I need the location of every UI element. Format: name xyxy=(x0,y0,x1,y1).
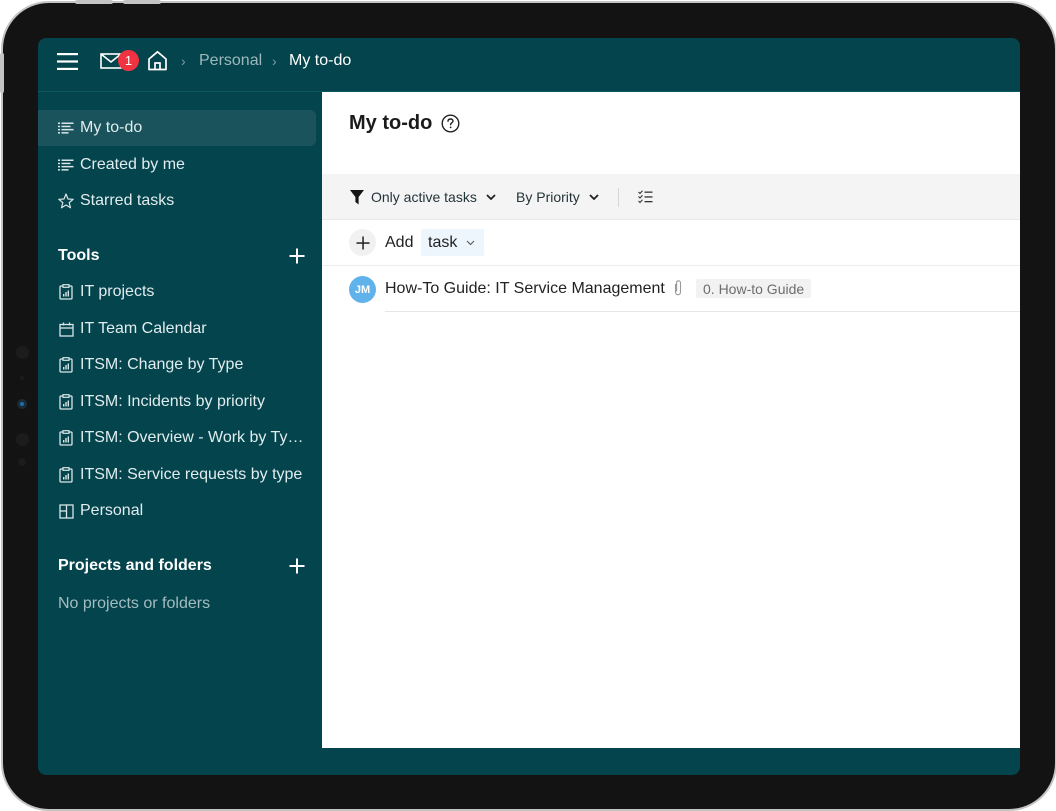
breadcrumb-current: My to-do xyxy=(289,51,352,69)
add-tool-button[interactable] xyxy=(288,247,308,267)
page-title-text: My to-do xyxy=(349,112,433,134)
task-tag[interactable]: 0. How-to Guide xyxy=(696,279,812,298)
sidebar-item-label: ITSM: Incidents by priority xyxy=(80,393,265,410)
report-clipboard-icon xyxy=(58,284,74,300)
toolbar: Only active tasks By Priority xyxy=(322,174,1020,220)
main-content: My to-do Only active tasks By Priority A… xyxy=(322,92,1020,748)
app-screen: 1 › Personal › My to-do My to-do Created… xyxy=(38,38,1020,775)
sort-dropdown[interactable]: By Priority xyxy=(516,174,599,220)
task-list-icon xyxy=(58,157,74,173)
filter-label: Only active tasks xyxy=(371,189,477,205)
task-title[interactable]: How-To Guide: IT Service Management xyxy=(385,280,665,298)
filter-dropdown[interactable]: Only active tasks xyxy=(350,174,496,220)
assignee-avatar: JM xyxy=(349,276,376,303)
sidebar-item-itsm-overview[interactable]: ITSM: Overview - Work by Ty… xyxy=(38,420,316,456)
hamburger-menu-icon[interactable] xyxy=(56,51,78,71)
tools-section-title: Tools xyxy=(58,247,100,264)
add-task-button[interactable] xyxy=(349,229,376,256)
report-clipboard-icon xyxy=(58,394,74,410)
sidebar-item-label: Starred tasks xyxy=(80,192,175,209)
task-list-icon xyxy=(58,120,74,136)
sidebar-item-label: IT Team Calendar xyxy=(80,320,207,337)
power-button xyxy=(0,53,4,93)
chevron-down-icon xyxy=(486,194,496,200)
report-clipboard-icon xyxy=(58,430,74,446)
sidebar-item-label: Created by me xyxy=(80,156,185,173)
row-divider xyxy=(385,311,1020,312)
home-icon[interactable] xyxy=(146,49,168,71)
sidebar-item-label: ITSM: Change by Type xyxy=(80,356,244,373)
sidebar: My to-do Created by me Starred tasks Too… xyxy=(38,92,322,748)
sensor-dot xyxy=(16,346,29,359)
add-project-button[interactable] xyxy=(288,557,308,577)
sidebar-item-created-by-me[interactable]: Created by me xyxy=(38,147,316,183)
sensor-dot xyxy=(16,433,29,446)
checklist-view-button[interactable] xyxy=(638,174,653,220)
calendar-icon xyxy=(58,321,74,337)
add-task-row: Add task xyxy=(322,220,1020,266)
sidebar-item-label: Personal xyxy=(80,502,144,519)
sidebar-item-label: IT projects xyxy=(80,283,155,300)
chevron-down-icon xyxy=(466,240,475,246)
report-clipboard-icon xyxy=(58,357,74,373)
checklist-icon xyxy=(638,190,653,204)
sidebar-item-itsm-incidents-by-priority[interactable]: ITSM: Incidents by priority xyxy=(38,384,316,420)
sidebar-item-my-to-do[interactable]: My to-do xyxy=(38,110,316,146)
plus-icon xyxy=(356,236,370,250)
breadcrumb-separator: › xyxy=(272,52,277,69)
sidebar-item-starred-tasks[interactable]: Starred tasks xyxy=(38,183,316,219)
sidebar-item-itsm-change-by-type[interactable]: ITSM: Change by Type xyxy=(38,347,316,383)
sidebar-item-itsm-service-requests[interactable]: ITSM: Service requests by type xyxy=(38,457,316,493)
sidebar-item-label: ITSM: Service requests by type xyxy=(80,466,303,483)
sensor-dot xyxy=(20,376,24,380)
sidebar-item-it-projects[interactable]: IT projects xyxy=(38,274,316,310)
camera-lens xyxy=(17,399,27,409)
notification-badge: 1 xyxy=(118,50,139,71)
add-label: Add xyxy=(385,234,414,251)
page-title: My to-do xyxy=(349,112,460,135)
breadcrumb-separator: › xyxy=(181,52,186,69)
sensor-dot xyxy=(18,458,26,466)
task-row[interactable]: JM How-To Guide: IT Service Management 0… xyxy=(322,266,1020,312)
sidebar-item-label: ITSM: Overview - Work by Ty… xyxy=(80,429,304,446)
toolbar-divider xyxy=(618,188,619,207)
report-clipboard-icon xyxy=(58,467,74,483)
star-icon xyxy=(58,193,74,209)
chevron-down-icon xyxy=(589,194,599,200)
filter-icon xyxy=(350,189,364,205)
attachment-icon xyxy=(672,279,686,297)
dashboard-layout-icon xyxy=(58,503,74,519)
breadcrumb-personal[interactable]: Personal xyxy=(199,38,262,83)
projects-empty-message: No projects or folders xyxy=(58,595,211,612)
item-type-select[interactable]: task xyxy=(421,229,485,256)
sidebar-item-personal[interactable]: Personal xyxy=(38,493,316,529)
item-type-value: task xyxy=(428,233,458,251)
volume-button xyxy=(75,0,113,4)
sidebar-item-it-team-calendar[interactable]: IT Team Calendar xyxy=(38,311,316,347)
sidebar-item-label: My to-do xyxy=(80,119,143,136)
top-bar: 1 › Personal › My to-do xyxy=(38,38,1020,92)
volume-button xyxy=(123,0,161,4)
sort-label: By Priority xyxy=(516,189,580,205)
help-icon[interactable] xyxy=(441,114,460,133)
projects-section-title: Projects and folders xyxy=(58,557,212,574)
